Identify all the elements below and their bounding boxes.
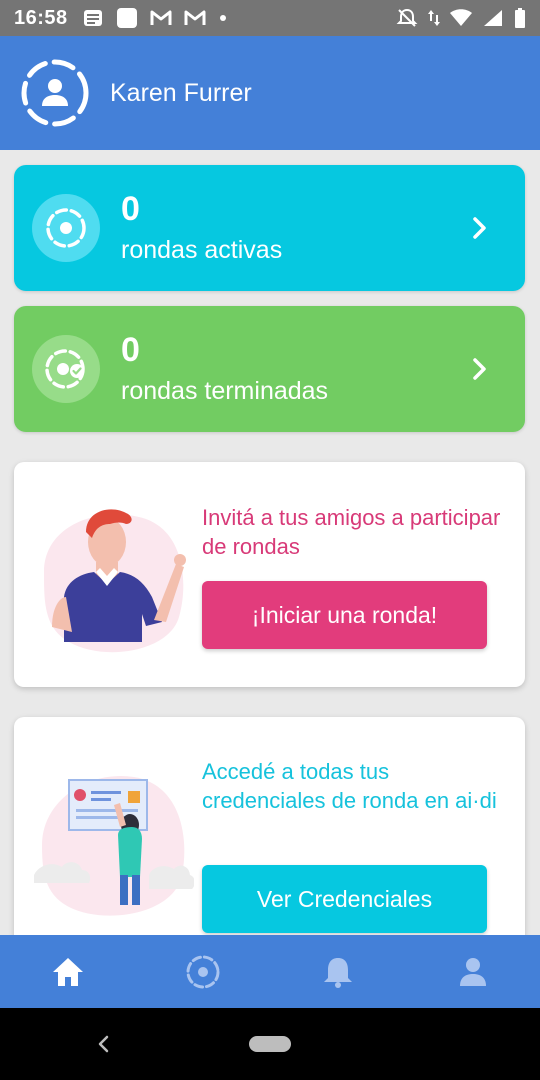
mute-icon	[396, 8, 418, 28]
notes-icon	[82, 8, 104, 28]
nav-rounds[interactable]	[135, 935, 270, 1008]
chevron-right-icon	[471, 357, 489, 381]
home-icon	[50, 954, 86, 990]
nav-profile[interactable]	[405, 935, 540, 1008]
person-icon	[455, 954, 491, 990]
finished-rounds-card[interactable]: 0 rondas terminadas	[14, 306, 525, 432]
wifi-icon	[450, 8, 472, 28]
active-rounds-label: rondas activas	[121, 236, 283, 264]
ring-check-icon	[32, 335, 100, 403]
user-name: Karen Furrer	[110, 78, 252, 107]
nav-notifications[interactable]	[270, 935, 405, 1008]
chevron-right-icon	[471, 216, 489, 240]
invite-card: Invitá a tus amigos a participar de rond…	[14, 462, 525, 687]
nav-home[interactable]	[0, 935, 135, 1008]
invite-text: Invitá a tus amigos a participar de rond…	[202, 505, 501, 559]
credentials-text: Accedé a todas tus credenciales de ronda…	[202, 759, 497, 813]
active-rounds-count: 0	[121, 190, 140, 228]
status-system-icons	[396, 8, 526, 28]
bottom-nav	[0, 935, 540, 1008]
square-icon	[116, 8, 138, 28]
finished-rounds-count: 0	[121, 331, 140, 369]
app-header: Karen Furrer	[0, 36, 540, 150]
view-credentials-button[interactable]: Ver Credenciales	[202, 865, 487, 933]
signal-icon	[482, 8, 504, 28]
active-rounds-card[interactable]: 0 rondas activas	[14, 165, 525, 291]
status-bar: 16:58	[0, 0, 540, 36]
home-pill[interactable]	[249, 1036, 291, 1052]
user-ring-icon[interactable]	[20, 58, 90, 128]
gmail-icon	[150, 8, 172, 28]
data-arrows-icon	[428, 8, 440, 28]
status-notification-icons	[82, 8, 228, 28]
gmail-icon	[184, 8, 206, 28]
ring-icon	[185, 954, 221, 990]
credentials-illustration	[34, 765, 194, 925]
finished-rounds-label: rondas terminadas	[121, 377, 329, 405]
start-round-button[interactable]: ¡Iniciar una ronda!	[202, 581, 487, 649]
system-nav-bar	[0, 1008, 540, 1080]
invite-illustration	[34, 502, 194, 662]
ring-icon	[32, 194, 100, 262]
battery-icon	[514, 8, 526, 28]
credentials-card: Accedé a todas tus credenciales de ronda…	[14, 717, 525, 957]
bell-icon	[320, 954, 356, 990]
status-time: 16:58	[14, 6, 68, 29]
back-icon[interactable]	[94, 1033, 114, 1055]
dot-icon	[218, 8, 228, 28]
